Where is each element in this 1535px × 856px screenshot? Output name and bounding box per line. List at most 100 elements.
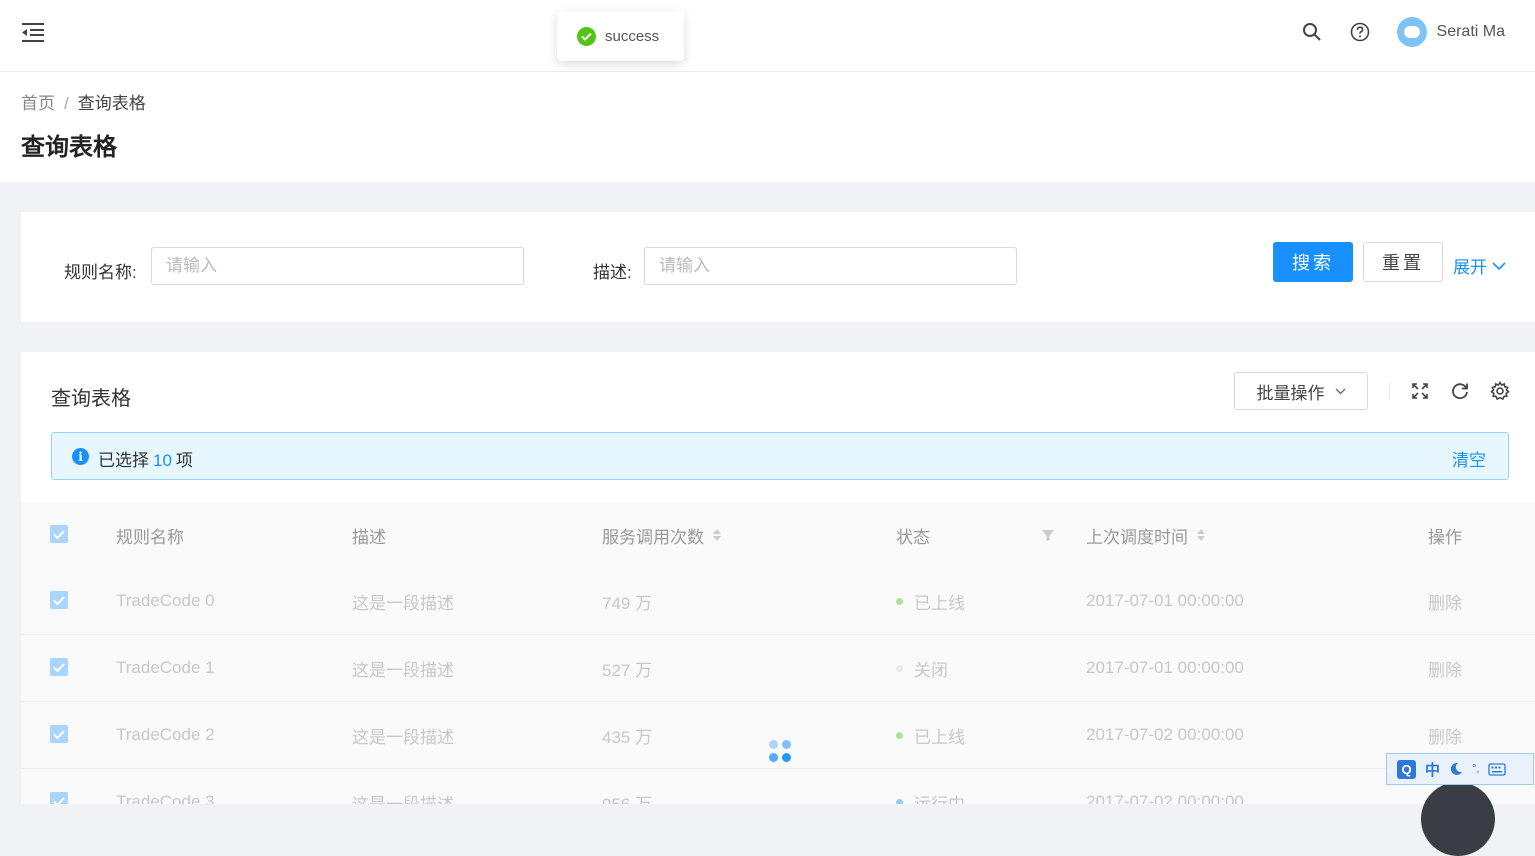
row-checkbox[interactable]	[50, 658, 68, 676]
user-menu[interactable]: Serati Ma	[1396, 17, 1505, 47]
check-icon	[53, 796, 65, 804]
status-dot	[896, 664, 903, 672]
cell-status: 已上线	[896, 702, 965, 768]
cell-name: TradeCode 0	[116, 591, 215, 610]
cell-calls: 749 万	[602, 593, 653, 613]
moon-icon[interactable]	[1449, 762, 1463, 776]
cell-name: TradeCode 1	[116, 658, 215, 677]
fullscreen-icon[interactable]	[1409, 380, 1431, 402]
search-button[interactable]: 搜索	[1273, 242, 1353, 282]
table-header: 规则名称 描述 服务调用次数 状态 上次调度时间 操作	[21, 502, 1535, 569]
cell-action[interactable]: 删除	[1428, 568, 1462, 634]
success-toast: success	[557, 11, 684, 61]
col-header-action: 操作	[1428, 527, 1462, 547]
table-row: TradeCode 0 这是一段描述 749 万 已上线 2017-07-01 00:0…	[21, 568, 1535, 635]
top-header: Serati Ma	[0, 0, 1535, 72]
cell-desc: 这是一段描述	[352, 660, 454, 680]
user-name: Serati Ma	[1436, 23, 1505, 40]
col-header-time-label: 上次调度时间	[1086, 527, 1188, 547]
check-icon	[53, 529, 65, 539]
selection-text: 已选择 10 项	[98, 446, 193, 471]
status-dot	[896, 597, 903, 605]
avatar	[1396, 17, 1427, 47]
status-text: 关闭	[914, 660, 948, 680]
cell-calls: 956 万	[602, 794, 653, 805]
rule-name-input[interactable]: 请输入	[151, 247, 524, 285]
help-icon[interactable]	[1349, 21, 1371, 43]
cell-status: 关闭	[896, 635, 948, 701]
floating-action-button[interactable]	[1421, 782, 1495, 856]
page-title: 查询表格	[21, 134, 117, 161]
status-text: 已上线	[914, 593, 965, 613]
batch-actions-dropdown[interactable]: 批量操作	[1234, 372, 1368, 410]
cell-desc: 这是一段描述	[352, 727, 454, 747]
table-row: TradeCode 3 这是一段描述 956 万 运行中 2017-07-02 00:0…	[21, 769, 1535, 804]
status-dot	[896, 798, 903, 804]
toolbar-divider	[1389, 383, 1390, 399]
cell-calls: 435 万	[602, 727, 653, 747]
col-header-time[interactable]: 上次调度时间	[1086, 502, 1205, 568]
menu-fold-icon[interactable]	[20, 21, 46, 43]
breadcrumb-separator: /	[64, 94, 69, 113]
col-header-calls[interactable]: 服务调用次数	[602, 502, 721, 568]
reset-button[interactable]: 重置	[1363, 242, 1443, 282]
breadcrumb-current: 查询表格	[77, 94, 146, 113]
search-form: 规则名称: 请输入 描述: 请输入 搜索 重置 展开	[21, 212, 1535, 322]
col-header-calls-label: 服务调用次数	[602, 527, 704, 547]
table-row: TradeCode 1 这是一段描述 527 万 关闭 2017-07-01 00:00…	[21, 635, 1535, 702]
check-icon	[53, 595, 65, 605]
page-header: 首页 / 查询表格 查询表格	[0, 72, 1535, 182]
sort-icon[interactable]	[1197, 529, 1205, 541]
batch-actions-label: 批量操作	[1256, 383, 1325, 403]
row-checkbox[interactable]	[50, 792, 68, 804]
settings-icon[interactable]	[1489, 380, 1511, 402]
select-all-checkbox[interactable]	[50, 525, 68, 543]
clear-selection-link[interactable]: 清空	[1452, 446, 1486, 471]
expand-toggle[interactable]: 展开	[1453, 253, 1506, 278]
reload-icon[interactable]	[1449, 380, 1471, 402]
cell-calls: 527 万	[602, 660, 653, 680]
table-title: 查询表格	[51, 388, 131, 410]
chevron-down-icon	[1492, 261, 1506, 270]
ime-logo-icon: Q	[1397, 759, 1416, 779]
cell-desc: 这是一段描述	[352, 794, 454, 805]
status-dot	[896, 731, 903, 739]
cell-desc: 这是一段描述	[352, 593, 454, 613]
rule-name-label: 规则名称:	[64, 263, 137, 282]
cell-time: 2017-07-01 00:00:00	[1086, 591, 1244, 610]
filter-icon[interactable]	[1041, 528, 1055, 542]
selection-suffix: 项	[175, 451, 193, 470]
status-text: 运行中	[914, 794, 965, 805]
cell-action[interactable]: 删除	[1428, 635, 1462, 701]
table-card: 查询表格 批量操作 i 已选择 10 项 清空 规则名称 描述 服务调用次数 状态 …	[21, 352, 1535, 804]
check-icon	[53, 662, 65, 672]
loading-spinner	[769, 740, 793, 764]
cell-name: TradeCode 2	[116, 725, 215, 744]
cell-status: 已上线	[896, 568, 965, 634]
status-text: 已上线	[914, 727, 965, 747]
sort-icon[interactable]	[713, 529, 721, 541]
desc-label: 描述:	[593, 263, 632, 282]
keyboard-icon[interactable]	[1488, 762, 1507, 776]
row-checkbox[interactable]	[50, 591, 68, 609]
selection-alert: i 已选择 10 项 清空	[51, 432, 1509, 480]
cell-name: TradeCode 3	[116, 792, 215, 804]
check-icon	[53, 729, 65, 739]
col-header-desc: 描述	[352, 527, 386, 547]
ime-mode[interactable]: 中	[1425, 759, 1440, 780]
breadcrumb-home[interactable]: 首页	[21, 94, 55, 113]
search-icon[interactable]	[1301, 21, 1323, 43]
col-header-name: 规则名称	[116, 527, 184, 547]
check-circle-icon	[577, 26, 596, 46]
cell-time: 2017-07-01 00:00:00	[1086, 658, 1244, 677]
row-checkbox[interactable]	[50, 725, 68, 743]
expand-label: 展开	[1453, 258, 1487, 277]
cell-time: 2017-07-02 00:00:00	[1086, 792, 1244, 804]
chevron-down-icon	[1335, 388, 1345, 394]
info-icon: i	[72, 448, 89, 465]
punctuation-icon[interactable]: °,	[1472, 763, 1479, 775]
selection-prefix: 已选择	[98, 451, 149, 470]
col-header-status: 状态	[896, 527, 930, 547]
desc-input[interactable]: 请输入	[644, 247, 1017, 285]
ime-toolbar: Q 中 °,	[1386, 753, 1534, 785]
